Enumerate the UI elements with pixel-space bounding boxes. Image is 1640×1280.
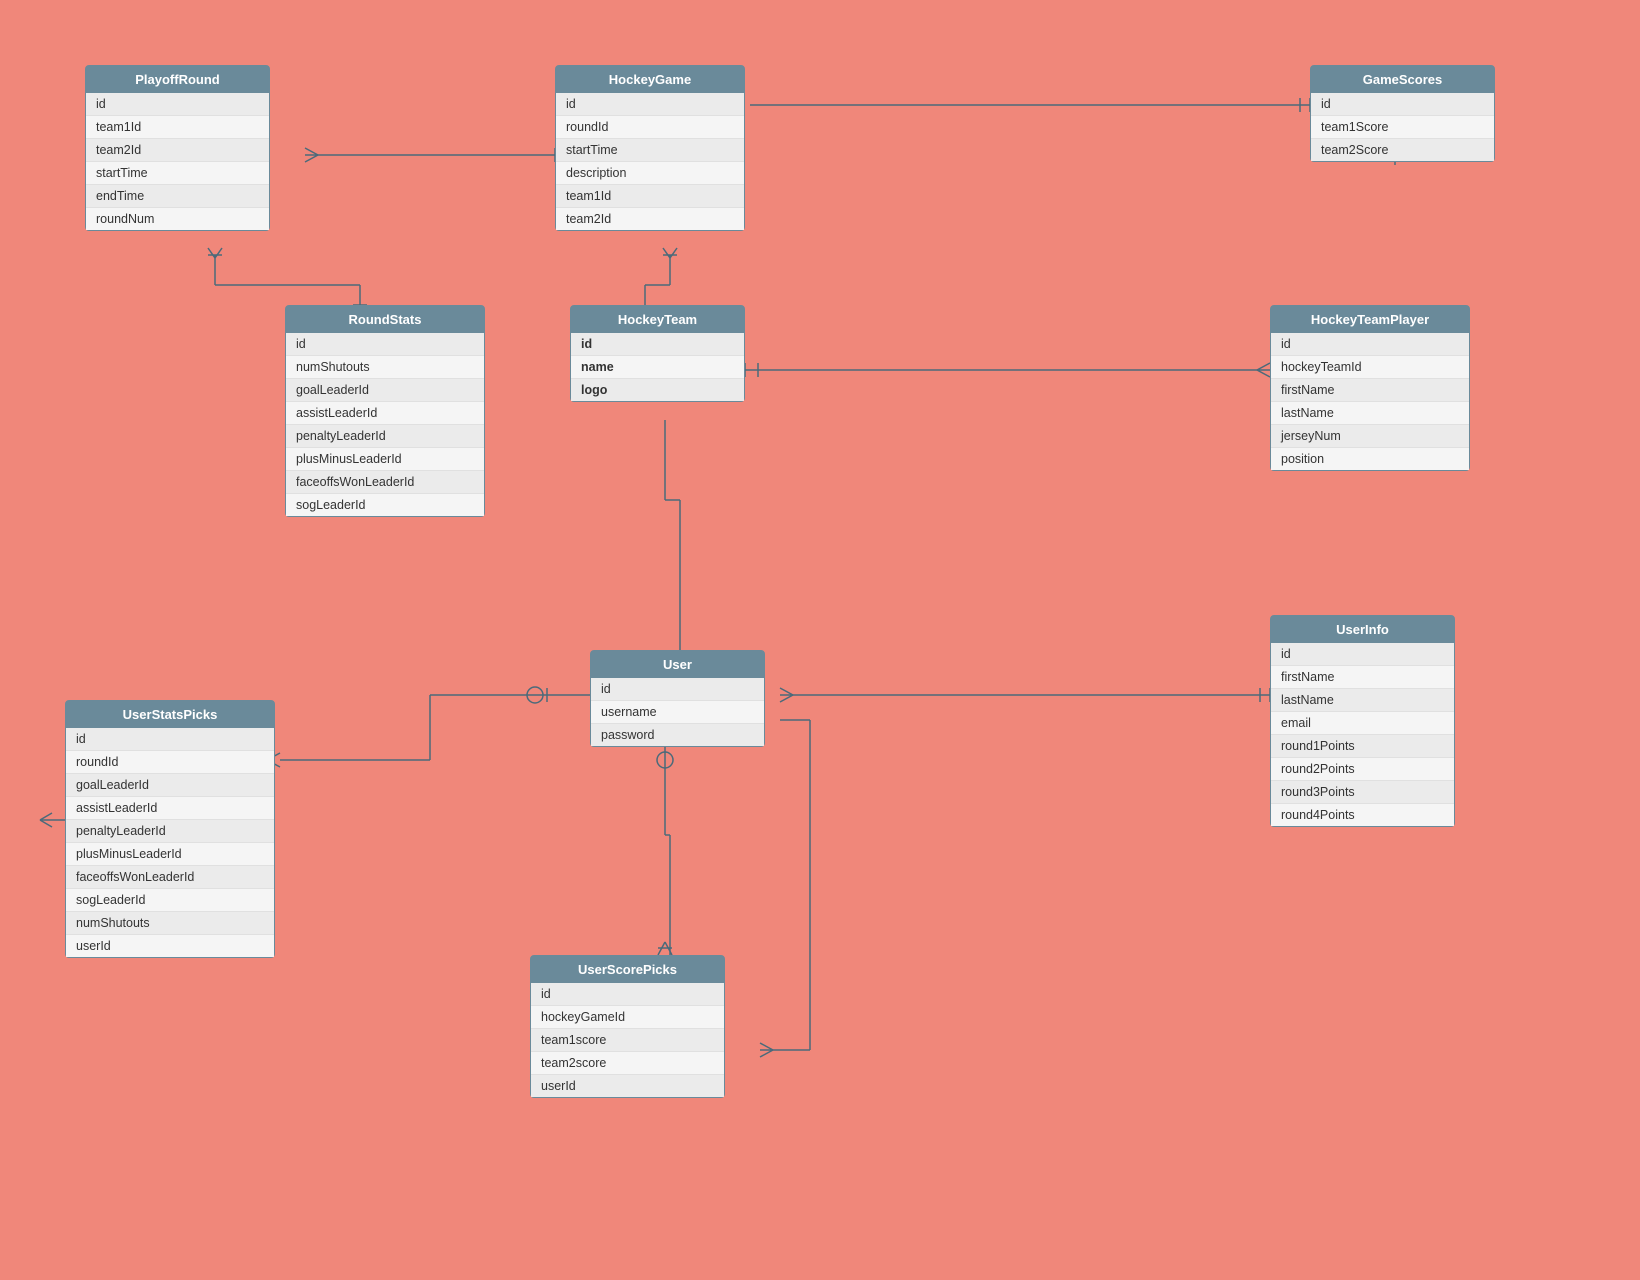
field-userinfo-email: email — [1271, 712, 1454, 735]
entity-header-hockeyteam: HockeyTeam — [571, 306, 744, 333]
field-gamescores-team2score: team2Score — [1311, 139, 1494, 161]
field-userstatspicks-sogleaderid: sogLeaderId — [66, 889, 274, 912]
field-playoffround-id: id — [86, 93, 269, 116]
entity-header-userstatspicks: UserStatsPicks — [66, 701, 274, 728]
field-hockeyteam-id: id — [571, 333, 744, 356]
entity-userstatspicks: UserStatsPicks id roundId goalLeaderId a… — [65, 700, 275, 958]
field-userscorepicks-team2score: team2score — [531, 1052, 724, 1075]
entity-header-hockeygame: HockeyGame — [556, 66, 744, 93]
field-hockeygame-starttime: startTime — [556, 139, 744, 162]
field-playoffround-endtime: endTime — [86, 185, 269, 208]
field-userstatspicks-assistleaderid: assistLeaderId — [66, 797, 274, 820]
field-hockeygame-team2id: team2Id — [556, 208, 744, 230]
entity-roundstats: RoundStats id numShutouts goalLeaderId a… — [285, 305, 485, 517]
field-userinfo-round3points: round3Points — [1271, 781, 1454, 804]
entity-header-user: User — [591, 651, 764, 678]
field-userstatspicks-numshutouts: numShutouts — [66, 912, 274, 935]
field-playoffround-roundnum: roundNum — [86, 208, 269, 230]
field-userstatspicks-id: id — [66, 728, 274, 751]
field-userscorepicks-id: id — [531, 983, 724, 1006]
entity-userscorepicks: UserScorePicks id hockeyGameId team1scor… — [530, 955, 725, 1098]
field-hockeyteam-name: name — [571, 356, 744, 379]
field-roundstats-numshutouts: numShutouts — [286, 356, 484, 379]
field-userscorepicks-hockeygameid: hockeyGameId — [531, 1006, 724, 1029]
field-playoffround-starttime: startTime — [86, 162, 269, 185]
field-roundstats-goalleaderid: goalLeaderId — [286, 379, 484, 402]
field-userinfo-lastname: lastName — [1271, 689, 1454, 712]
field-userinfo-round2points: round2Points — [1271, 758, 1454, 781]
field-hockeyteam-logo: logo — [571, 379, 744, 401]
field-hockeyteamplayer-jerseynum: jerseyNum — [1271, 425, 1469, 448]
field-user-username: username — [591, 701, 764, 724]
field-roundstats-faceoffswonleaderid: faceoffsWonLeaderId — [286, 471, 484, 494]
entity-header-hockeyteamplayer: HockeyTeamPlayer — [1271, 306, 1469, 333]
field-user-id: id — [591, 678, 764, 701]
field-hockeyteamplayer-id: id — [1271, 333, 1469, 356]
field-hockeyteamplayer-firstname: firstName — [1271, 379, 1469, 402]
entity-header-roundstats: RoundStats — [286, 306, 484, 333]
entity-hockeyteamplayer: HockeyTeamPlayer id hockeyTeamId firstNa… — [1270, 305, 1470, 471]
entity-hockeyteam: HockeyTeam id name logo — [570, 305, 745, 402]
field-gamescores-team1score: team1Score — [1311, 116, 1494, 139]
field-playoffround-team1id: team1Id — [86, 116, 269, 139]
entity-playoffround: PlayoffRound id team1Id team2Id startTim… — [85, 65, 270, 231]
entity-user: User id username password — [590, 650, 765, 747]
field-roundstats-sogleaderid: sogLeaderId — [286, 494, 484, 516]
field-hockeygame-team1id: team1Id — [556, 185, 744, 208]
field-userinfo-firstname: firstName — [1271, 666, 1454, 689]
field-userstatspicks-userid: userId — [66, 935, 274, 957]
field-roundstats-id: id — [286, 333, 484, 356]
field-roundstats-plusminusleaderid: plusMinusLeaderId — [286, 448, 484, 471]
diagram-container: PlayoffRound id team1Id team2Id startTim… — [0, 0, 1640, 1280]
field-userstatspicks-roundid: roundId — [66, 751, 274, 774]
field-hockeygame-description: description — [556, 162, 744, 185]
field-roundstats-assistleaderid: assistLeaderId — [286, 402, 484, 425]
field-userinfo-id: id — [1271, 643, 1454, 666]
entity-header-userinfo: UserInfo — [1271, 616, 1454, 643]
field-userstatspicks-goalleaderid: goalLeaderId — [66, 774, 274, 797]
field-userinfo-round1points: round1Points — [1271, 735, 1454, 758]
entity-gamescores: GameScores id team1Score team2Score — [1310, 65, 1495, 162]
entity-userinfo: UserInfo id firstName lastName email rou… — [1270, 615, 1455, 827]
field-gamescores-id: id — [1311, 93, 1494, 116]
entity-header-playoffround: PlayoffRound — [86, 66, 269, 93]
field-hockeyteamplayer-hockeyteamid: hockeyTeamId — [1271, 356, 1469, 379]
field-hockeygame-id: id — [556, 93, 744, 116]
field-userscorepicks-userid: userId — [531, 1075, 724, 1097]
field-userstatspicks-plusminusleaderid: plusMinusLeaderId — [66, 843, 274, 866]
field-roundstats-penaltyleaderid: penaltyLeaderId — [286, 425, 484, 448]
field-playoffround-team2id: team2Id — [86, 139, 269, 162]
entity-header-gamescores: GameScores — [1311, 66, 1494, 93]
entity-hockeygame: HockeyGame id roundId startTime descript… — [555, 65, 745, 231]
field-userstatspicks-faceoffswonleaderid: faceoffsWonLeaderId — [66, 866, 274, 889]
entity-header-userscorepicks: UserScorePicks — [531, 956, 724, 983]
field-userstatspicks-penaltyleaderid: penaltyLeaderId — [66, 820, 274, 843]
field-userinfo-round4points: round4Points — [1271, 804, 1454, 826]
field-hockeyteamplayer-lastname: lastName — [1271, 402, 1469, 425]
field-userscorepicks-team1score: team1score — [531, 1029, 724, 1052]
field-user-password: password — [591, 724, 764, 746]
field-hockeyteamplayer-position: position — [1271, 448, 1469, 470]
field-hockeygame-roundid: roundId — [556, 116, 744, 139]
